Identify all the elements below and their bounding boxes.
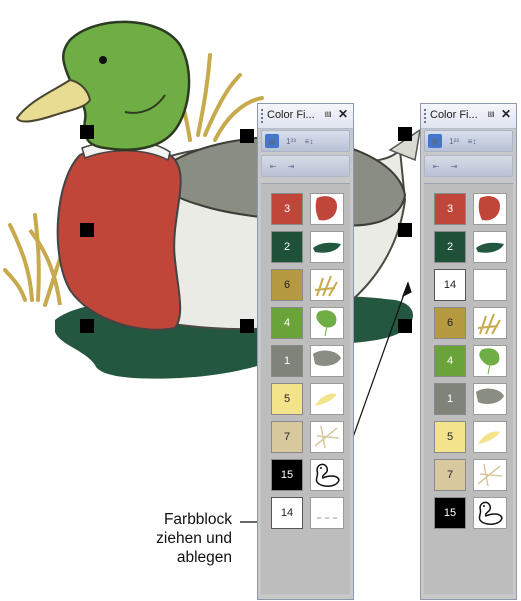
color-swatch[interactable]: 1 — [271, 345, 303, 377]
color-swatch[interactable]: 1 — [434, 383, 466, 415]
color-swatch[interactable]: 7 — [434, 459, 466, 491]
color-block-thumbnail[interactable] — [473, 345, 507, 377]
pin-icon[interactable]: ⩏ — [488, 108, 494, 121]
color-swatch[interactable]: 2 — [271, 231, 303, 263]
color-block-thumbnail[interactable] — [310, 269, 344, 301]
close-icon[interactable]: ✕ — [501, 107, 511, 121]
numbering-icon[interactable]: 1²³ — [447, 134, 461, 148]
color-block-thumbnail[interactable] — [310, 459, 344, 491]
color-swatch[interactable]: 14 — [271, 497, 303, 529]
panel-title: Color Fi... — [430, 109, 478, 121]
panel-title-bar[interactable]: Color Fi... ⩏ ✕ — [258, 104, 353, 129]
duck-beak — [15, 78, 92, 123]
instruction-line-1: Farbblock — [163, 511, 232, 528]
color-palette-icon[interactable]: ▦ — [265, 134, 279, 148]
instruction-line-3: ablegen — [176, 549, 232, 566]
color-block-thumbnail[interactable] — [310, 193, 344, 225]
toolbar: ▦ 1²³ ≡↕ — [261, 130, 350, 152]
color-swatch[interactable]: 15 — [271, 459, 303, 491]
color-block-thumbnail[interactable] — [310, 345, 344, 377]
toolbar-secondary: ⇤ ⇥ — [261, 155, 350, 177]
pin-icon[interactable]: ⩏ — [325, 108, 331, 121]
move-down-icon[interactable]: ⇥ — [447, 159, 461, 173]
instruction-callout: Farbblock ziehen und ablegen — [100, 510, 232, 567]
color-swatch[interactable]: 6 — [434, 307, 466, 339]
panel-title-bar[interactable]: Color Fi... ⩏ ✕ — [421, 104, 516, 129]
color-palette-icon[interactable]: ▦ — [428, 134, 442, 148]
color-swatch[interactable]: 7 — [271, 421, 303, 453]
color-swatch[interactable]: 15 — [434, 497, 466, 529]
instruction-line-2: ziehen und — [156, 530, 232, 547]
color-block-list: 3 2 6 4 1 5 7 15 14 — [261, 183, 350, 594]
toolbar: ▦ 1²³ ≡↕ — [424, 130, 513, 152]
duck-eye — [99, 56, 107, 64]
numbering-icon[interactable]: 1²³ — [284, 134, 298, 148]
color-block-thumbnail[interactable] — [473, 383, 507, 415]
move-down-icon[interactable]: ⇥ — [284, 159, 298, 173]
color-swatch[interactable]: 3 — [434, 193, 466, 225]
color-block-thumbnail[interactable] — [310, 421, 344, 453]
color-film-panel-after: Color Fi... ⩏ ✕ ▦ 1²³ ≡↕ ⇤ ⇥ 3 2 14 6 4 1 5 7 15 — [420, 103, 517, 600]
move-up-icon[interactable]: ⇤ — [429, 159, 443, 173]
color-swatch[interactable]: 4 — [434, 345, 466, 377]
color-block-thumbnail[interactable] — [473, 231, 507, 263]
color-block-thumbnail[interactable] — [473, 193, 507, 225]
grip-icon[interactable] — [261, 109, 266, 123]
color-block-thumbnail[interactable] — [473, 459, 507, 491]
sort-icon[interactable]: ≡↕ — [465, 134, 479, 148]
color-swatch[interactable]: 5 — [434, 421, 466, 453]
color-block-list: 3 2 14 6 4 1 5 7 15 — [424, 183, 513, 594]
color-block-thumbnail[interactable] — [473, 307, 507, 339]
color-block-thumbnail[interactable] — [473, 421, 507, 453]
color-block-thumbnail[interactable] — [473, 269, 507, 301]
color-swatch[interactable]: 6 — [271, 269, 303, 301]
move-up-icon[interactable]: ⇤ — [266, 159, 280, 173]
color-block-thumbnail[interactable] — [310, 383, 344, 415]
color-swatch[interactable]: 4 — [271, 307, 303, 339]
color-swatch[interactable]: 3 — [271, 193, 303, 225]
color-swatch[interactable]: 2 — [434, 231, 466, 263]
color-swatch[interactable]: 14 — [434, 269, 466, 301]
color-block-thumbnail[interactable] — [310, 497, 344, 529]
duck-breast — [56, 143, 182, 331]
color-block-thumbnail[interactable] — [310, 307, 344, 339]
panel-title: Color Fi... — [267, 109, 315, 121]
sort-icon[interactable]: ≡↕ — [302, 134, 316, 148]
color-swatch[interactable]: 5 — [271, 383, 303, 415]
color-block-thumbnail[interactable] — [473, 497, 507, 529]
grip-icon[interactable] — [424, 109, 429, 123]
color-film-panel-before: Color Fi... ⩏ ✕ ▦ 1²³ ≡↕ ⇤ ⇥ 3 2 6 4 1 5 7 15 14 — [257, 103, 354, 600]
toolbar-secondary: ⇤ ⇥ — [424, 155, 513, 177]
color-block-thumbnail[interactable] — [310, 231, 344, 263]
close-icon[interactable]: ✕ — [338, 107, 348, 121]
